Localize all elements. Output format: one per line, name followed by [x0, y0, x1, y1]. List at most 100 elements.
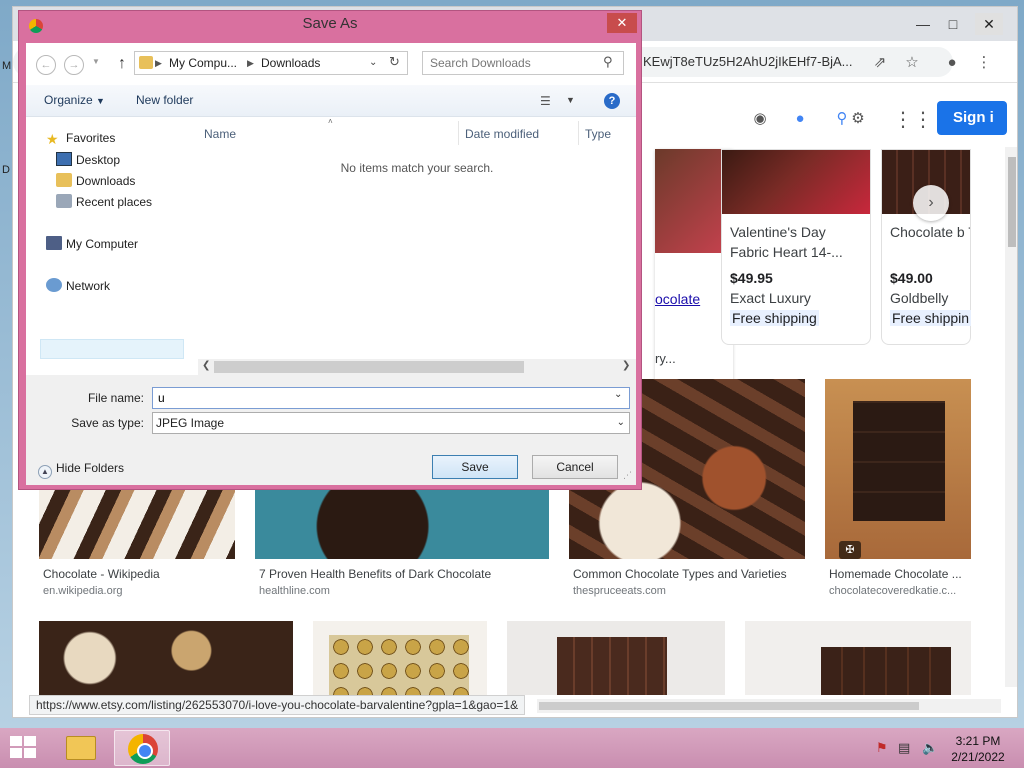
bookmark-star-icon[interactable]: ☆: [901, 51, 923, 73]
nav-label: Desktop: [76, 153, 121, 167]
nav-label: Network: [66, 279, 111, 293]
clock-time[interactable]: 3:21 PM: [948, 734, 1008, 748]
carousel-next-button[interactable]: ›: [913, 185, 949, 221]
minimize-button[interactable]: —: [909, 13, 937, 35]
result-title[interactable]: Chocolate - Wikipedia: [43, 567, 160, 581]
hide-folders-button[interactable]: ▲ Hide Folders: [38, 461, 124, 479]
result-title[interactable]: Common Chocolate Types and Varieties: [573, 567, 787, 581]
image-result[interactable]: [507, 621, 725, 695]
file-explorer-taskbar-item[interactable]: [52, 730, 108, 766]
camera-icon[interactable]: ◉: [749, 107, 771, 129]
new-folder-button[interactable]: New folder: [136, 93, 193, 107]
chocolate-bar-image: [853, 401, 945, 521]
result-title[interactable]: 7 Proven Health Benefits of Dark Chocola…: [259, 567, 491, 581]
sign-in-button[interactable]: Sign i: [937, 101, 1007, 135]
shopping-card[interactable]: Chocolate b Thomas Ke $49.00 Goldbelly F…: [881, 149, 972, 345]
image-result[interactable]: [313, 621, 487, 695]
horizontal-scrollbar[interactable]: [537, 699, 1001, 713]
action-center-flag-icon[interactable]: ⚑: [876, 740, 888, 756]
chevron-right-icon[interactable]: ▶: [247, 52, 254, 74]
chevron-right-icon[interactable]: ▶: [155, 52, 162, 74]
close-button[interactable]: ✕: [975, 13, 1003, 35]
nav-favorites[interactable]: ★ Favorites: [46, 131, 115, 147]
product-link[interactable]: ocolate: [655, 291, 700, 307]
scroll-thumb[interactable]: [1008, 157, 1016, 247]
profile-icon[interactable]: ●: [941, 51, 963, 73]
share-icon[interactable]: ⇗: [869, 51, 891, 73]
up-arrow-icon[interactable]: ↑: [118, 55, 126, 73]
resize-grip[interactable]: ⋰: [623, 470, 632, 481]
cancel-button[interactable]: Cancel: [532, 455, 618, 479]
product-store: Goldbelly: [890, 290, 949, 306]
column-header-date-modified[interactable]: Date modified: [465, 127, 539, 141]
windows-logo-pane: [10, 748, 22, 758]
start-button[interactable]: [10, 736, 38, 760]
result-title[interactable]: Homemade Chocolate ...: [829, 567, 962, 581]
nav-desktop[interactable]: Desktop: [56, 152, 120, 167]
file-name-input[interactable]: [152, 387, 630, 409]
desktop-icon: [56, 152, 72, 166]
column-divider[interactable]: [578, 121, 579, 145]
save-button[interactable]: Save: [432, 455, 518, 479]
address-segment-computer[interactable]: My Compu...: [169, 52, 237, 74]
network-icon[interactable]: ▤: [898, 740, 910, 756]
search-icon[interactable]: ⚲: [603, 54, 613, 70]
search-input[interactable]: [423, 52, 599, 74]
file-explorer-icon: [66, 736, 96, 760]
address-bar[interactable]: ▶ My Compu... ▶ Downloads ⌄ ↻: [134, 51, 408, 75]
restaurant-icon: ✠: [839, 541, 861, 559]
scroll-right-icon[interactable]: ❯: [622, 360, 630, 371]
apps-grid-icon[interactable]: ⋮⋮: [893, 107, 933, 132]
column-divider[interactable]: [458, 121, 459, 145]
scroll-thumb[interactable]: [214, 361, 524, 373]
navigation-pane: ★ Favorites Desktop Downloads Recent plac…: [26, 117, 192, 375]
chevron-down-icon[interactable]: ▼: [566, 95, 575, 105]
nav-my-computer[interactable]: My Computer: [46, 236, 138, 251]
product-price: $49.00: [890, 270, 933, 286]
organize-button[interactable]: Organize ▼: [44, 93, 105, 107]
chevron-down-icon[interactable]: ⌄: [369, 52, 377, 74]
back-arrow-icon[interactable]: ←: [36, 55, 56, 75]
image-result[interactable]: [745, 621, 971, 695]
vertical-scrollbar[interactable]: [1005, 147, 1017, 687]
forward-arrow-icon[interactable]: →: [64, 55, 84, 75]
nav-downloads[interactable]: Downloads: [56, 173, 135, 188]
star-icon: ★: [46, 131, 59, 147]
image-result[interactable]: [825, 379, 971, 559]
command-bar: Organize ▼ New folder ☰ ▼ ?: [26, 85, 636, 117]
maximize-button[interactable]: □: [939, 13, 967, 35]
scroll-thumb[interactable]: [539, 702, 919, 710]
search-box[interactable]: ⚲: [422, 51, 624, 75]
address-segment-downloads[interactable]: Downloads: [261, 52, 320, 74]
chevron-down-icon[interactable]: ⌄: [614, 389, 622, 400]
settings-gear-icon[interactable]: ⚙: [847, 107, 869, 129]
result-source: chocolatecoveredkatie.c...: [829, 585, 957, 597]
column-header-type[interactable]: Type: [585, 127, 611, 141]
view-options-icon[interactable]: ☰: [540, 94, 551, 108]
column-header-name[interactable]: Name: [204, 127, 236, 141]
scroll-left-icon[interactable]: ❮: [202, 360, 210, 371]
refresh-icon[interactable]: ↻: [389, 51, 400, 73]
chocolate-box-image: [329, 635, 469, 695]
file-name-label: File name:: [87, 391, 144, 405]
nav-recent-places[interactable]: Recent places: [56, 194, 152, 209]
chrome-taskbar-item[interactable]: [114, 730, 170, 766]
menu-kebab-icon[interactable]: ⋮: [973, 51, 995, 73]
recent-locations-chevron-icon[interactable]: ▼: [92, 57, 100, 66]
hide-folders-label: Hide Folders: [56, 461, 125, 475]
status-bar-url: https://www.etsy.com/listing/262553070/i…: [29, 695, 526, 715]
dialog-close-button[interactable]: ✕: [607, 13, 637, 33]
nav-network[interactable]: Network: [46, 278, 110, 293]
image-result[interactable]: [39, 621, 293, 695]
clock-date[interactable]: 2/21/2022: [948, 750, 1008, 764]
save-as-type-select[interactable]: JPEG Image ⌄: [152, 412, 630, 434]
volume-muted-icon[interactable]: 🔈: [922, 740, 938, 756]
omnibox-url: KEwjT8eTUz5H2AhU2jIkEHf7-BjA...: [643, 54, 853, 69]
microphone-icon[interactable]: ●: [789, 107, 811, 129]
nav-label: My Computer: [66, 237, 139, 251]
help-icon[interactable]: ?: [604, 93, 620, 109]
result-source: healthline.com: [259, 585, 330, 597]
taskbar: ⚑ ▤ 🔈: [0, 728, 1024, 768]
file-list-horizontal-scrollbar[interactable]: ❮ ❯: [198, 359, 636, 375]
shopping-card[interactable]: Valentine's Day Fabric Heart 14-... $49.…: [721, 149, 871, 345]
